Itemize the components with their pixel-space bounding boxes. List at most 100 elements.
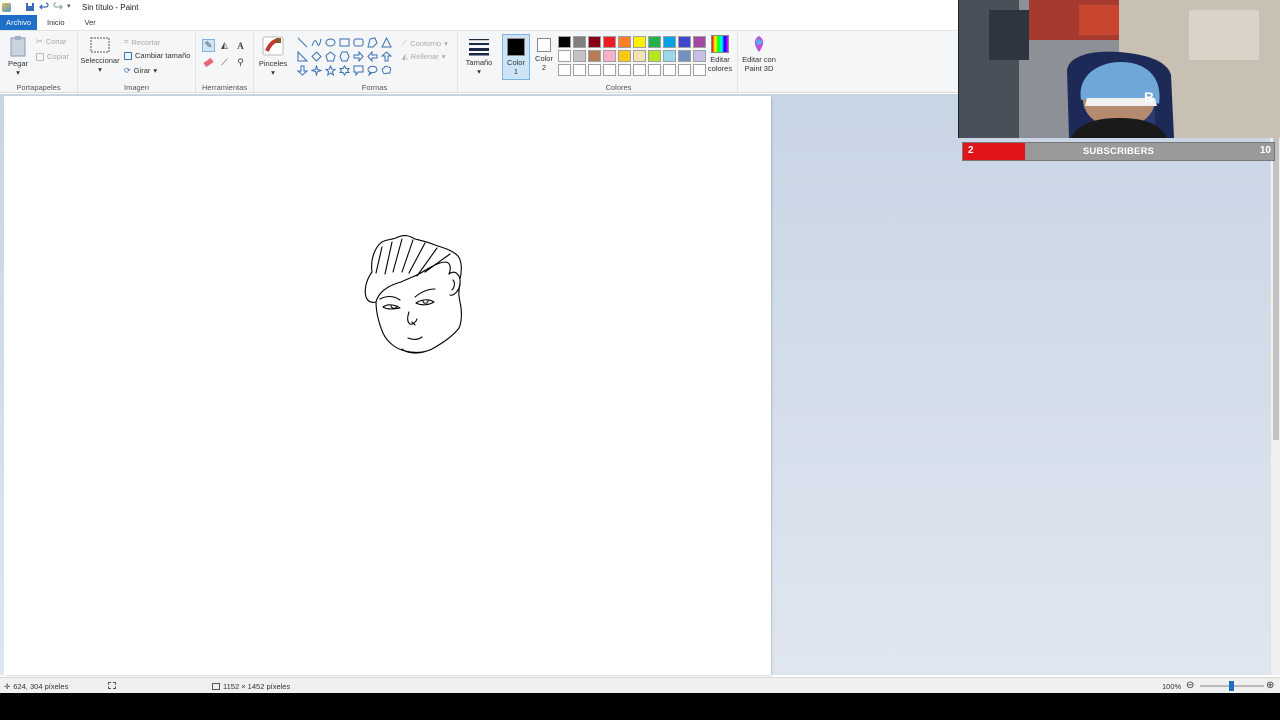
color-swatch[interactable] (603, 64, 616, 76)
oval-callout-shape-icon[interactable] (366, 64, 379, 77)
down-arrow-shape-icon[interactable] (296, 64, 309, 77)
rotate-button[interactable]: ⟳ Girar ▾ (124, 66, 157, 75)
color-swatch[interactable] (573, 36, 586, 48)
color-swatch[interactable] (558, 50, 571, 62)
color2-button[interactable]: Color 2 (532, 34, 556, 72)
tab-ver[interactable]: Ver (71, 15, 102, 30)
color-swatch[interactable] (678, 64, 691, 76)
shapes-gallery (296, 36, 393, 77)
color-swatch[interactable] (648, 36, 661, 48)
zoom-in-icon[interactable]: ⊕ (1266, 680, 1274, 691)
brushes-button[interactable]: Pinceles ▾ (257, 35, 289, 77)
color-swatch[interactable] (558, 64, 571, 76)
color1-button[interactable]: Color 1 (502, 34, 530, 80)
rectangle-shape-icon[interactable] (338, 36, 351, 49)
color-swatch[interactable] (678, 50, 691, 62)
drawing-canvas[interactable] (4, 96, 771, 675)
edit-colors-button[interactable]: Editar colores (704, 35, 736, 73)
tools-group-label: Herramientas (201, 83, 247, 92)
resize-icon (124, 51, 132, 60)
curve-shape-icon[interactable] (310, 36, 323, 49)
color-swatch[interactable] (663, 64, 676, 76)
color-swatch[interactable] (618, 64, 631, 76)
save-icon[interactable] (25, 2, 35, 12)
colors-group-label: Colores (605, 83, 632, 92)
pentagon-shape-icon[interactable] (324, 50, 337, 63)
eraser-icon[interactable] (202, 56, 215, 69)
color-swatch[interactable] (588, 50, 601, 62)
customize-quick-access-icon[interactable]: ▾ (67, 2, 77, 12)
svg-text:B: B (1144, 89, 1154, 105)
color-swatch[interactable] (648, 64, 661, 76)
rounded-rectangle-shape-icon[interactable] (352, 36, 365, 49)
color-swatch[interactable] (633, 64, 646, 76)
color-swatch[interactable] (693, 64, 706, 76)
pencil-icon[interactable]: ✎ (202, 39, 215, 52)
color-swatch[interactable] (693, 36, 706, 48)
select-button[interactable]: Seleccionar ▾ (80, 36, 120, 74)
tab-inicio[interactable]: Inicio (37, 15, 71, 30)
color-swatch[interactable] (633, 50, 646, 62)
tab-archivo[interactable]: Archivo (0, 15, 38, 30)
select-rectangle-icon (90, 37, 110, 53)
five-point-star-shape-icon[interactable] (324, 64, 337, 77)
color-swatch[interactable] (693, 50, 706, 62)
edit-paint3d-button[interactable]: Editar con Paint 3D (738, 35, 780, 73)
tools-group: ✎ ◭ A ⟋ ⚲ Herramientas (196, 31, 254, 94)
color-swatch[interactable] (603, 50, 616, 62)
fill-label: Rellenar (410, 52, 439, 61)
color-swatch[interactable] (573, 50, 586, 62)
vertical-scrollbar[interactable] (1270, 94, 1280, 675)
color-swatch[interactable] (618, 50, 631, 62)
color-swatch[interactable] (603, 36, 616, 48)
paste-button[interactable]: Pegar ▾ (5, 35, 31, 77)
cloud-callout-shape-icon[interactable] (380, 64, 393, 77)
up-arrow-shape-icon[interactable] (380, 50, 393, 63)
color-swatch[interactable] (588, 36, 601, 48)
color-swatch[interactable] (648, 50, 661, 62)
redo-icon[interactable] (53, 2, 63, 12)
triangle-shape-icon[interactable] (380, 36, 393, 49)
copy-button[interactable]: Copiar (36, 52, 69, 61)
undo-icon[interactable] (39, 2, 49, 12)
line-shape-icon[interactable] (296, 36, 309, 49)
canvas-workspace[interactable] (0, 94, 1270, 675)
color-swatch[interactable] (663, 50, 676, 62)
color-swatch[interactable] (588, 64, 601, 76)
size-button[interactable]: Tamaño ▾ (464, 38, 494, 76)
fill-bucket-icon[interactable]: ◭ (218, 39, 231, 52)
rectangular-callout-shape-icon[interactable] (352, 64, 365, 77)
color-swatch[interactable] (663, 36, 676, 48)
polygon-shape-icon[interactable] (366, 36, 379, 49)
resize-button[interactable]: Cambiar tamaño (124, 51, 190, 60)
color1-swatch (507, 38, 525, 56)
color-swatch[interactable] (618, 36, 631, 48)
subscriber-goal-bar: 2 SUBSCRIBERS 10 (962, 142, 1275, 161)
cut-button[interactable]: ✂ Cortar (36, 37, 67, 46)
magnifier-icon[interactable]: ⚲ (234, 56, 247, 69)
color-swatch[interactable] (573, 64, 586, 76)
fill-button[interactable]: ◭ Rellenar ▾ (402, 52, 445, 61)
six-point-star-shape-icon[interactable] (338, 64, 351, 77)
outline-button[interactable]: ⟋ Contorno ▾ (402, 38, 448, 48)
hexagon-shape-icon[interactable] (338, 50, 351, 63)
text-icon[interactable]: A (234, 39, 247, 52)
size-dropdown-icon: ▾ (477, 67, 481, 76)
zoom-slider-thumb[interactable] (1229, 681, 1234, 691)
right-arrow-shape-icon[interactable] (352, 50, 365, 63)
color-swatch[interactable] (678, 36, 691, 48)
zoom-level: 100% (1162, 682, 1182, 691)
zoom-out-icon[interactable]: ⊖ (1186, 680, 1194, 691)
color-picker-icon[interactable]: ⟋ (218, 56, 231, 69)
paint3d-icon (754, 36, 764, 52)
color-swatch[interactable] (633, 36, 646, 48)
four-point-star-shape-icon[interactable] (310, 64, 323, 77)
crop-button[interactable]: ⌗ Recortar (124, 37, 160, 47)
left-arrow-shape-icon[interactable] (366, 50, 379, 63)
subscriber-goal: 10 (1259, 145, 1271, 156)
right-triangle-shape-icon[interactable] (296, 50, 309, 63)
diamond-shape-icon[interactable] (310, 50, 323, 63)
color-swatch[interactable] (558, 36, 571, 48)
clipboard-group-label: Portapapeles (16, 83, 61, 92)
oval-shape-icon[interactable] (324, 36, 337, 49)
